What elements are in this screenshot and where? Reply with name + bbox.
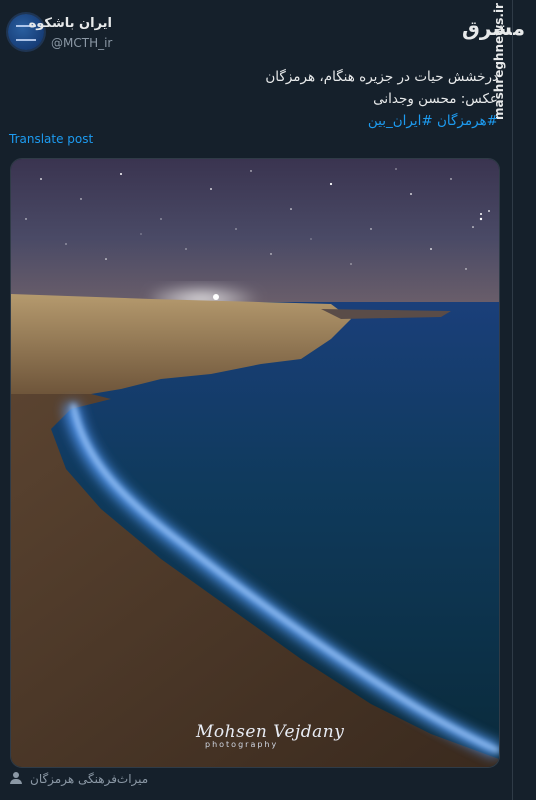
source-attribution[interactable]: میراث‌فرهنگی هرمزگان (30, 772, 148, 786)
tweet-text: درخشش حیات در جزیره هنگام، هرمزگان عکس: … (265, 66, 498, 132)
translate-post-link[interactable]: Translate post (9, 132, 93, 146)
display-name[interactable]: ایران باشکوه (29, 16, 112, 31)
tweet-photo[interactable] (10, 158, 500, 768)
person-icon (10, 772, 22, 784)
user-handle[interactable]: @MCTH_ir (51, 36, 112, 50)
photographer-signature-sub: photography (205, 740, 279, 749)
photographer-signature: Mohsen Vejdany (196, 722, 345, 742)
night-coast-photo (11, 159, 499, 767)
tweet-line: عکس: محسن وجدانی (373, 91, 498, 107)
hashtag-links[interactable]: #هرمزگان #ایران_بین (265, 110, 498, 132)
tweet-line: درخشش حیات در جزیره هنگام، هرمزگان (265, 69, 498, 85)
divider (512, 0, 513, 800)
